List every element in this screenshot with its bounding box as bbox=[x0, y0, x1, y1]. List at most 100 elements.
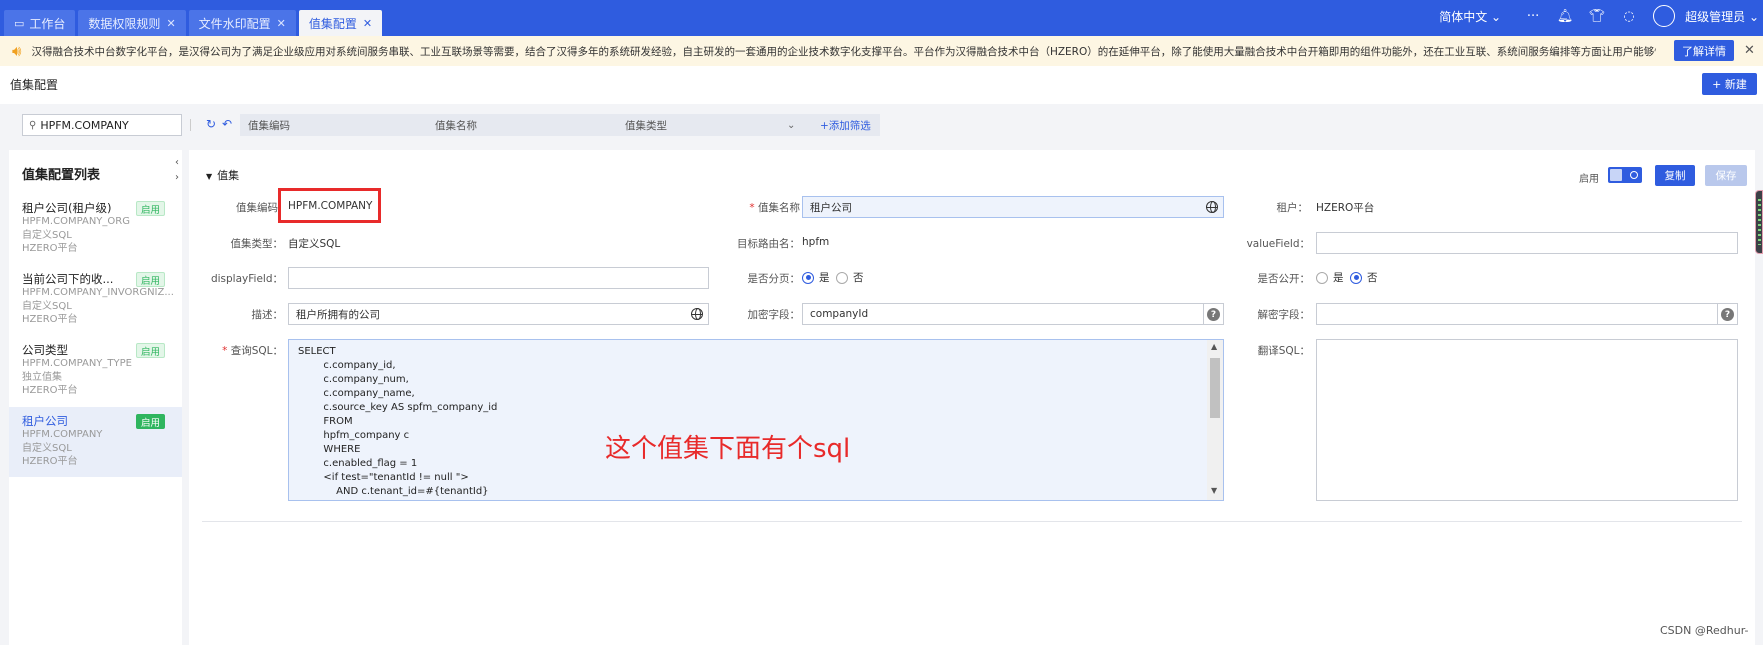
translate-sql-editor[interactable] bbox=[1316, 339, 1738, 501]
scroll-thumb[interactable] bbox=[1210, 358, 1220, 418]
close-icon[interactable]: ✕ bbox=[277, 17, 286, 30]
translate-sql-label: 翻译SQL： bbox=[1257, 345, 1310, 357]
section-title-label: 值集 bbox=[217, 169, 240, 182]
side-widget-tab[interactable] bbox=[1755, 190, 1763, 254]
divider bbox=[190, 119, 191, 131]
tab-label: 文件水印配置 bbox=[198, 16, 271, 31]
user-menu[interactable]: 超级管理员 ⌄ bbox=[1685, 8, 1759, 25]
username-label: 超级管理员 bbox=[1685, 9, 1746, 24]
search-input[interactable]: ⚲ HPFM.COMPANY bbox=[22, 114, 182, 136]
new-button[interactable]: + 新建 bbox=[1702, 73, 1757, 95]
sql-line: SELECT bbox=[298, 346, 336, 357]
refresh-icon[interactable]: ↻ bbox=[206, 117, 216, 131]
close-icon[interactable]: ✕ bbox=[1744, 43, 1755, 58]
monitor-icon: ▭ bbox=[14, 16, 25, 30]
top-bar: ▭ 工作台 数据权限规则 ✕ 文件水印配置 ✕ 值集配置 ✕ 简体中文 ⌄ ··… bbox=[0, 0, 1763, 36]
close-icon[interactable]: ✕ bbox=[363, 17, 372, 30]
scroll-down-icon[interactable]: ▼ bbox=[1211, 486, 1217, 495]
copy-button[interactable]: 复制 bbox=[1655, 165, 1695, 186]
tab-workbench[interactable]: ▭ 工作台 bbox=[4, 10, 76, 36]
filter-row: ⚲ HPFM.COMPANY ↻ ↶ 值集编码 值集名称 值集类型 ⌄ +添加筛… bbox=[0, 104, 1763, 146]
chevron-left-icon[interactable]: ‹ bbox=[175, 157, 179, 168]
radio-label: 是 bbox=[1333, 272, 1344, 284]
description-value: 租户所拥有的公司 bbox=[296, 308, 380, 321]
paging-yes-radio[interactable]: 是 bbox=[802, 270, 830, 285]
encrypt-value: companyId bbox=[810, 308, 869, 320]
globe-icon[interactable] bbox=[691, 308, 703, 320]
valueset-list-panel: 值集配置列表 租户公司(租户级) HPFM.COMPANY_ORG 自定义SQL… bbox=[9, 150, 182, 645]
tab-valueset-config[interactable]: 值集配置 ✕ bbox=[298, 10, 383, 36]
list-item[interactable]: 租户公司(租户级) HPFM.COMPANY_ORG 自定义SQL HZERO平… bbox=[9, 194, 182, 257]
tab-file-watermark[interactable]: 文件水印配置 ✕ bbox=[188, 10, 296, 36]
name-value: 租户公司 bbox=[810, 201, 852, 214]
list-item[interactable]: 当前公司下的收... HPFM.COMPANY_INVORGNIZ... 自定义… bbox=[9, 265, 182, 328]
item-platform: HZERO平台 bbox=[22, 314, 78, 325]
filter-code[interactable]: 值集编码 bbox=[248, 118, 290, 133]
sql-line: c.company_num, bbox=[298, 374, 409, 385]
display-field-input[interactable] bbox=[288, 267, 709, 289]
sql-line: c.company_name, bbox=[298, 388, 415, 399]
sql-scrollbar[interactable]: ▲ ▼ bbox=[1207, 340, 1223, 500]
enable-toggle[interactable] bbox=[1608, 167, 1642, 183]
item-type: 自定义SQL bbox=[22, 442, 72, 454]
list-item[interactable]: 公司类型 HPFM.COMPANY_TYPE 独立值集 HZERO平台 启用 bbox=[9, 336, 182, 399]
language-selector[interactable]: 简体中文 ⌄ bbox=[1439, 8, 1501, 25]
globe-icon[interactable] bbox=[1206, 201, 1218, 213]
tenant-label: 租户： bbox=[1276, 202, 1309, 214]
status-badge: 启用 bbox=[136, 201, 166, 216]
tab-data-permission[interactable]: 数据权限规则 ✕ bbox=[78, 10, 186, 36]
query-sql-editor[interactable]: SELECT c.company_id, c.company_num, c.co… bbox=[288, 339, 1224, 501]
status-badge: 启用 bbox=[136, 414, 166, 429]
item-code: HPFM.COMPANY bbox=[22, 429, 103, 440]
item-platform: HZERO平台 bbox=[22, 456, 78, 467]
description-label: 描述： bbox=[251, 309, 284, 321]
chevron-right-icon[interactable]: › bbox=[175, 172, 179, 183]
sql-line: AND c.tenant_id=#{tenantId} bbox=[298, 486, 489, 497]
value-field-label: valueField： bbox=[1246, 238, 1310, 250]
enable-label: 启用 bbox=[1579, 174, 1599, 185]
tab-bar: ▭ 工作台 数据权限规则 ✕ 文件水印配置 ✕ 值集配置 ✕ bbox=[0, 0, 385, 36]
learn-more-button[interactable]: 了解详情 bbox=[1674, 40, 1734, 61]
close-icon[interactable]: ✕ bbox=[166, 17, 175, 30]
list-item-selected[interactable]: 租户公司 HPFM.COMPANY 自定义SQL HZERO平台 启用 bbox=[9, 407, 182, 477]
sql-line: c.company_id, bbox=[298, 360, 396, 371]
add-filter-button[interactable]: +添加筛选 bbox=[820, 118, 871, 133]
code-label: 值集编码 bbox=[236, 202, 278, 214]
filter-type[interactable]: 值集类型 bbox=[625, 118, 667, 133]
save-button[interactable]: 保存 bbox=[1705, 165, 1747, 186]
encrypt-input[interactable]: companyId bbox=[802, 303, 1204, 325]
public-no-radio[interactable]: 否 bbox=[1350, 270, 1378, 285]
more-icon[interactable]: ··· bbox=[1525, 8, 1541, 24]
sql-line: FROM bbox=[298, 416, 353, 427]
undo-icon[interactable]: ↶ bbox=[222, 117, 232, 131]
description-input[interactable]: 租户所拥有的公司 bbox=[288, 303, 709, 325]
list-title: 值集配置列表 bbox=[22, 168, 101, 183]
shirt-icon[interactable]: 👕︎ bbox=[1589, 8, 1606, 24]
radio-label: 否 bbox=[853, 272, 864, 284]
item-platform: HZERO平台 bbox=[22, 243, 78, 254]
section-title[interactable]: ▼ 值集 bbox=[206, 167, 239, 183]
help-icon[interactable]: ? bbox=[1207, 308, 1220, 321]
value-field-input[interactable] bbox=[1316, 232, 1738, 254]
chevron-down-icon[interactable]: ⌄ bbox=[787, 120, 795, 131]
avatar[interactable] bbox=[1653, 5, 1676, 27]
language-label: 简体中文 bbox=[1439, 9, 1488, 24]
paging-no-radio[interactable]: 否 bbox=[836, 270, 864, 285]
help-icon[interactable]: ? bbox=[1721, 308, 1734, 321]
scroll-up-icon[interactable]: ▲ bbox=[1211, 342, 1217, 351]
settings-icon[interactable]: ◌ bbox=[1621, 8, 1637, 24]
route-label: 目标路由名： bbox=[737, 238, 800, 250]
item-code: HPFM.COMPANY_ORG bbox=[22, 216, 130, 227]
item-type: 自定义SQL bbox=[22, 229, 72, 241]
public-yes-radio[interactable]: 是 bbox=[1316, 270, 1344, 285]
bell-icon[interactable]: 🔔︎ bbox=[1557, 8, 1574, 24]
annotation-text: 这个值集下面有个sql bbox=[605, 434, 851, 464]
type-label: 值集类型： bbox=[230, 238, 284, 250]
name-field[interactable]: 租户公司 bbox=[802, 196, 1224, 218]
query-sql-label: 查询SQL： bbox=[203, 343, 283, 358]
decrypt-input[interactable] bbox=[1316, 303, 1718, 325]
radio-checked-icon bbox=[802, 271, 814, 284]
filter-name[interactable]: 值集名称 bbox=[435, 118, 477, 133]
caret-down-icon: ▼ bbox=[206, 172, 213, 181]
public-label: 是否公开： bbox=[1257, 273, 1311, 285]
